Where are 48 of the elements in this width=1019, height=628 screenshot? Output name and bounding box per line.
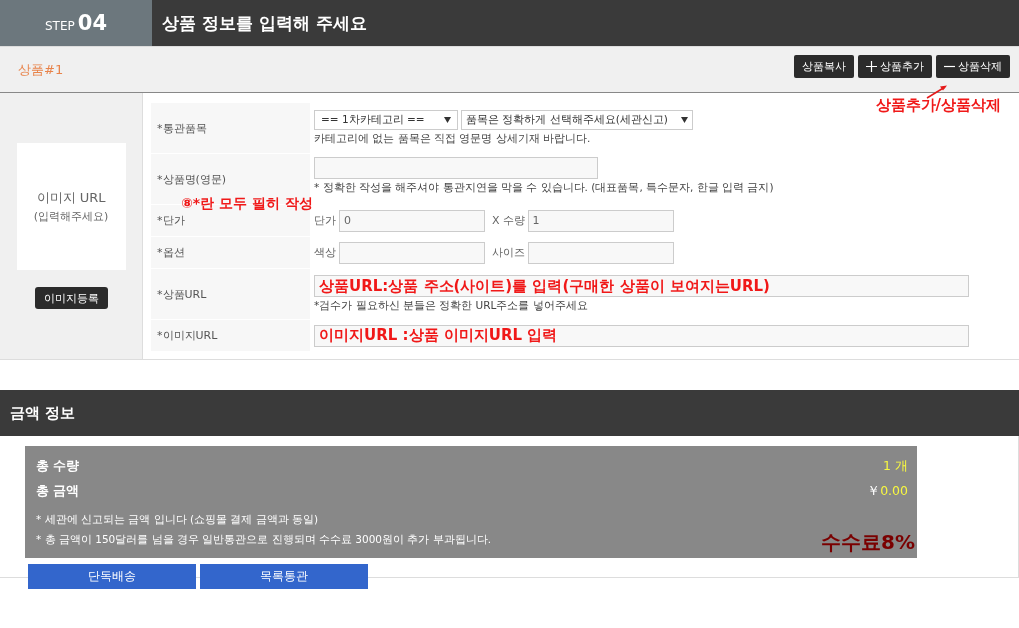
product-label: 상품#1 — [18, 60, 64, 79]
delete-product-button[interactable]: 상품삭제 — [936, 55, 1010, 78]
image-placeholder-hint: (입력해주세요) — [33, 209, 109, 224]
field-label: *상품명(영문) — [157, 171, 227, 187]
hint-text: 카테고리에 없는 품목은 직접 영문명 상세기재 바랍니다. — [314, 132, 592, 146]
multiply-sign: X — [492, 214, 500, 227]
field-label: 수량 — [502, 213, 525, 228]
shipping-option-button[interactable]: 목록통관 — [200, 564, 368, 589]
image-upload-button[interactable]: 이미지등록 — [34, 287, 108, 309]
input-field[interactable]: 1 — [527, 209, 674, 232]
field-label: 사이즈 — [492, 245, 525, 260]
input-field[interactable]: 이미지URL :상품 이미지URL 입력 — [314, 324, 969, 347]
note-text: * 세관에 신고되는 금액 입니다 (쇼핑몰 결제 금액과 동일) — [36, 513, 319, 527]
annotation-text: 수수료8% — [821, 529, 915, 556]
annotation-text: ⑧*란 모두 필히 작성 — [181, 196, 313, 211]
step-number: 04 — [77, 11, 107, 35]
total-label: 총 금액 — [36, 483, 80, 500]
add-product-button[interactable]: 상품추가 — [858, 55, 932, 78]
field-label: 단가 — [314, 213, 336, 228]
step-label: STEP — [45, 18, 75, 33]
field-label: *통관품목 — [157, 120, 207, 136]
currency-sign: ￥ — [867, 483, 881, 500]
dropdown-icon — [681, 117, 688, 123]
hint-text: *검수가 필요하신 분들은 정확한 URL주소를 넣어주세요 — [314, 299, 589, 313]
field-label: *단가 — [157, 213, 185, 228]
category-select[interactable]: == 1차카테고리 == — [314, 110, 458, 130]
total-value: 0.00 — [880, 483, 908, 500]
section-title: 상품 정보를 입력해 주세요 — [152, 0, 1019, 46]
plus-icon — [866, 61, 877, 72]
input-field[interactable]: 상품URL:상품 주소(사이트)를 입력(구매한 상품이 보여지는URL) — [314, 275, 969, 297]
image-placeholder-text: 이미지 URL — [36, 189, 106, 207]
hint-text: * 정확한 작성을 해주셔야 통관지연을 막을 수 있습니다. (대표품목, 특수문자, 한글 입력 금지) — [314, 181, 775, 195]
field-label: *옵션 — [157, 245, 185, 260]
note-text: * 총 금액이 150달러를 넘을 경우 일반통관으로 진행되며 수수료 3000원이 추가 부과됩니다. — [36, 533, 492, 547]
item-select[interactable]: 품목은 정확하게 선택해주세요(세관신고) — [461, 110, 693, 130]
field-label: *이미지URL — [157, 328, 218, 343]
minus-icon — [944, 65, 955, 68]
section-title: 금액 정보 — [10, 403, 76, 423]
field-label: 색상 — [314, 245, 336, 260]
quantity-value: 1 개 — [883, 458, 908, 475]
input-field[interactable]: 0 — [339, 209, 485, 232]
annotation-arrow — [925, 83, 949, 99]
copy-product-button[interactable]: 상품복사 — [794, 55, 854, 78]
annotation-text: 상품추가/상품삭제 — [875, 96, 1001, 115]
quantity-label: 총 수량 — [36, 458, 80, 475]
shipping-option-button[interactable]: 단독배송 — [28, 564, 196, 589]
field-label: *상품URL — [157, 286, 207, 302]
dropdown-icon — [444, 117, 451, 123]
